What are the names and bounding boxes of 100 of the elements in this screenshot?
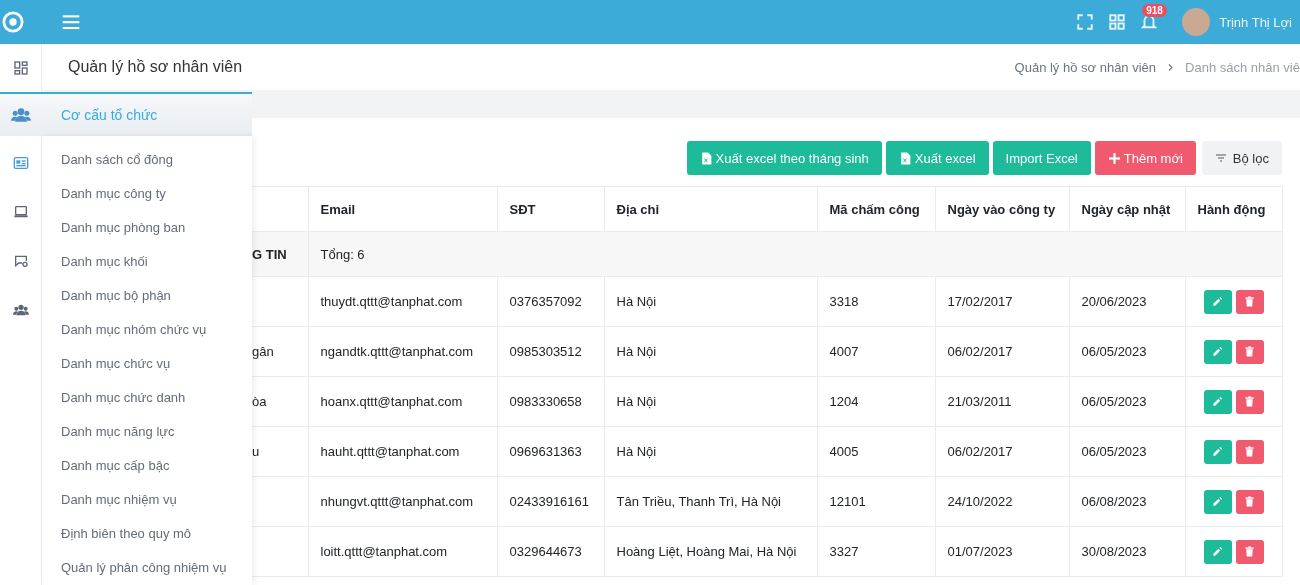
pencil-icon bbox=[1212, 496, 1223, 507]
delete-button[interactable] bbox=[1235, 339, 1264, 364]
apps-grid-icon[interactable] bbox=[1108, 13, 1127, 31]
menu-item[interactable]: Danh mục khối bbox=[42, 245, 252, 279]
table-cell: 21/03/2011 bbox=[947, 394, 1012, 409]
breadcrumb-item[interactable]: Quản lý hồ sơ nhân viên bbox=[1014, 59, 1157, 75]
delete-button[interactable] bbox=[1235, 389, 1264, 414]
column-header: SĐT bbox=[497, 186, 604, 232]
column-header: Hành động bbox=[1185, 186, 1282, 232]
menu-item[interactable]: Danh mục bộ phận bbox=[42, 279, 252, 313]
table-cell: Hà Nội bbox=[616, 344, 657, 359]
id-card-icon[interactable] bbox=[12, 154, 29, 171]
pencil-icon bbox=[1212, 546, 1223, 557]
menu-item[interactable]: Danh sách cổ đông bbox=[42, 143, 252, 177]
edit-button[interactable] bbox=[1203, 289, 1232, 314]
logo-icon bbox=[2, 11, 24, 33]
table-cell: òa bbox=[252, 394, 267, 409]
table-cell: 0376357092 bbox=[509, 294, 582, 309]
table-cell: 0985303512 bbox=[509, 344, 582, 359]
chevron-icon bbox=[1166, 62, 1176, 72]
table-cell: 1204 bbox=[829, 394, 859, 409]
table-cell: hauht.qttt@tanphat.com bbox=[320, 444, 460, 459]
menu-item[interactable]: Danh mục nhiệm vụ bbox=[42, 483, 252, 517]
pencil-icon bbox=[1212, 396, 1223, 407]
column-header: Ngày vào công ty bbox=[935, 186, 1069, 232]
edit-button[interactable] bbox=[1203, 439, 1232, 464]
trash-icon bbox=[1244, 546, 1255, 557]
group-label: G TIN bbox=[252, 246, 287, 262]
group-total: Tổng: 6 bbox=[320, 246, 365, 262]
notification-badge: 918 bbox=[1142, 4, 1167, 17]
table-cell: 17/02/2017 bbox=[947, 294, 1013, 309]
pencil-icon bbox=[1212, 446, 1223, 457]
table-cell: 0983330658 bbox=[509, 394, 582, 409]
filter-icon bbox=[1214, 152, 1227, 164]
delete-button[interactable] bbox=[1235, 289, 1264, 314]
table-cell: 06/05/2023 bbox=[1081, 394, 1147, 409]
column-header: Mã chấm công bbox=[817, 186, 935, 232]
breadcrumb-item: Danh sách nhân viê bbox=[1185, 59, 1300, 75]
users-icon bbox=[11, 105, 31, 125]
table-cell: 06/05/2023 bbox=[1081, 344, 1147, 359]
trash-icon bbox=[1244, 346, 1255, 357]
menu-item[interactable]: Danh mục cấp bậc bbox=[42, 449, 252, 483]
menu-item[interactable]: Danh mục chức vụ bbox=[42, 347, 252, 381]
table-cell: 4007 bbox=[829, 344, 859, 359]
menu-item[interactable]: Danh mục công ty bbox=[42, 177, 252, 211]
plus-icon bbox=[1107, 151, 1121, 165]
table-cell: 01/07/2023 bbox=[947, 544, 1013, 559]
menu-item[interactable]: Quản lý phân công nhiệm vụ bbox=[42, 551, 252, 585]
table-cell: gân bbox=[252, 344, 274, 359]
column-header: Địa chỉ bbox=[604, 186, 817, 232]
table-cell: u bbox=[252, 444, 260, 459]
table-cell: Tân Triều, Thanh Trì, Hà Nội bbox=[616, 494, 781, 509]
table-cell: 30/08/2023 bbox=[1081, 544, 1147, 559]
edit-button[interactable] bbox=[1203, 389, 1232, 414]
table-cell: Hà Nội bbox=[616, 444, 657, 459]
table-cell: 0969631363 bbox=[509, 444, 582, 459]
add-button[interactable]: Thêm mới bbox=[1094, 141, 1196, 175]
table-cell: 06/05/2023 bbox=[1081, 444, 1147, 459]
pencil-icon bbox=[1212, 296, 1223, 307]
table-cell: 06/02/2017 bbox=[947, 344, 1013, 359]
laptop-icon[interactable] bbox=[12, 203, 29, 220]
table-cell: 02433916161 bbox=[509, 494, 590, 509]
edit-button[interactable] bbox=[1203, 539, 1232, 564]
trash-icon bbox=[1244, 496, 1255, 507]
trash-icon bbox=[1244, 446, 1255, 457]
dashboard-icon[interactable] bbox=[12, 60, 29, 76]
menu-icon[interactable] bbox=[61, 12, 81, 32]
excel-file-icon bbox=[699, 150, 713, 166]
table-cell: thuydt.qttt@tanphat.com bbox=[320, 294, 463, 309]
table-cell: 06/08/2023 bbox=[1081, 494, 1147, 509]
menu-item[interactable]: Danh mục phòng ban bbox=[42, 211, 252, 245]
table-cell: loitt.qttt@tanphat.com bbox=[320, 544, 448, 559]
excel-file-icon bbox=[898, 150, 912, 166]
edit-button[interactable] bbox=[1203, 489, 1232, 514]
edit-button[interactable] bbox=[1203, 339, 1232, 364]
table-cell: Hoàng Liệt, Hoàng Mai, Hà Nội bbox=[616, 544, 797, 559]
table-cell: Hà Nội bbox=[616, 294, 657, 309]
table-cell: nhungvt.qttt@tanphat.com bbox=[320, 494, 474, 509]
delete-button[interactable] bbox=[1235, 439, 1264, 464]
table-cell: 4005 bbox=[829, 444, 859, 459]
table-cell: 3327 bbox=[829, 544, 859, 559]
trash-icon bbox=[1244, 296, 1255, 307]
pencil-icon bbox=[1212, 346, 1223, 357]
filter-button[interactable]: Bộ lọc bbox=[1201, 141, 1282, 175]
table-cell: hoanx.qttt@tanphat.com bbox=[320, 394, 463, 409]
table-cell: 0329644673 bbox=[509, 544, 582, 559]
menu-item[interactable]: Danh mục năng lực bbox=[42, 415, 252, 449]
table-cell: 20/06/2023 bbox=[1081, 294, 1147, 309]
page-title: Quản lý hồ sơ nhân viên bbox=[68, 58, 244, 76]
menu-item[interactable]: Danh mục chức danh bbox=[42, 381, 252, 415]
delete-button[interactable] bbox=[1235, 489, 1264, 514]
table-cell: ngandtk.qttt@tanphat.com bbox=[320, 344, 474, 359]
trash-icon bbox=[1244, 396, 1255, 407]
column-header: Ngày cập nhật bbox=[1069, 186, 1185, 232]
delete-button[interactable] bbox=[1235, 539, 1264, 564]
menu-item[interactable]: Định biên theo quy mô bbox=[42, 517, 252, 551]
fullscreen-icon[interactable] bbox=[1076, 13, 1095, 31]
table-cell: 06/02/2017 bbox=[947, 444, 1013, 459]
column-header: Email bbox=[308, 186, 497, 232]
menu-item[interactable]: Danh mục nhóm chức vụ bbox=[42, 313, 252, 347]
